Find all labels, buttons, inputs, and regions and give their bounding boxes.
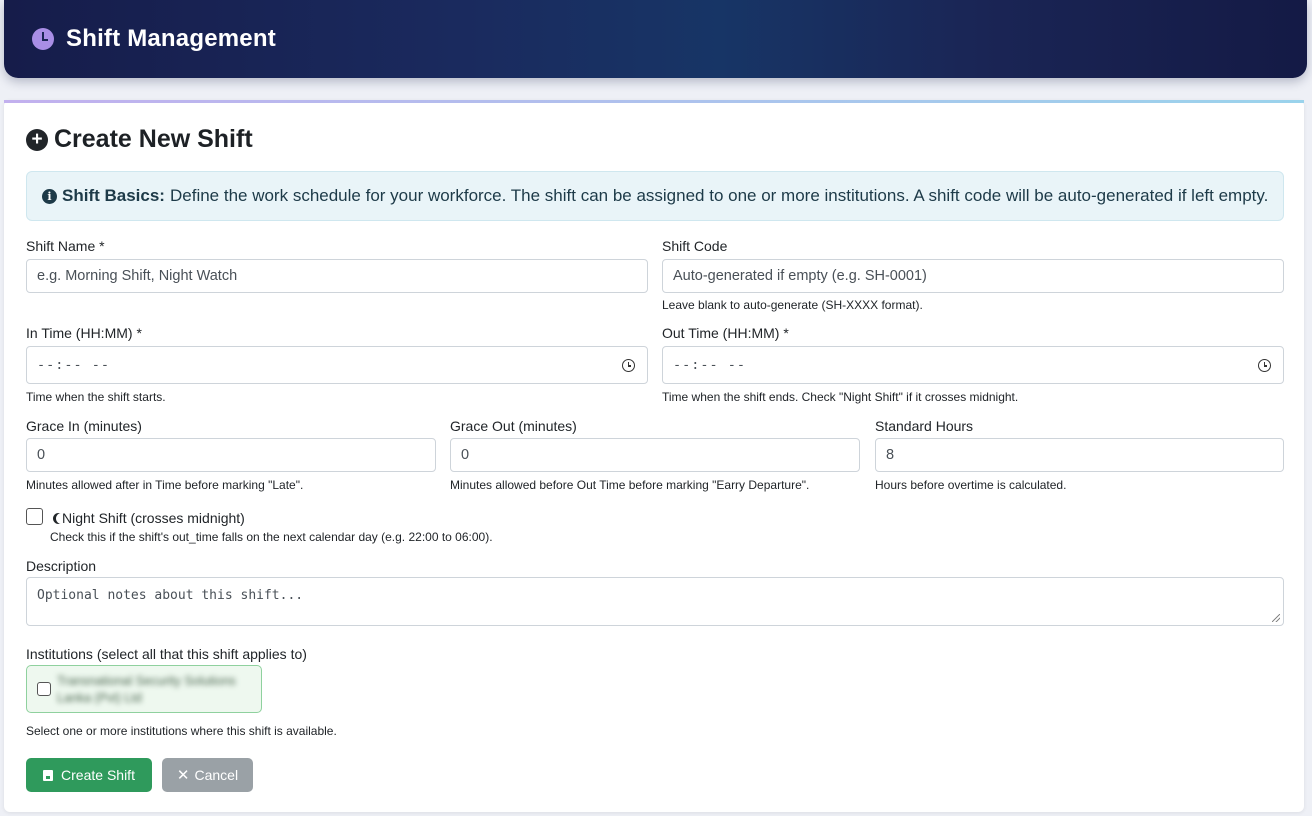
institutions-help: Select one or more institutions where th… (26, 724, 337, 738)
clock-icon[interactable] (1258, 359, 1271, 372)
description-label: Description (26, 558, 97, 574)
in-time-help: Time when the shift starts. (26, 390, 166, 404)
institution-name: Transnational Security Solutions Lanka (… (57, 674, 236, 705)
out-time-label: Out Time (HH:MM) * (662, 325, 789, 341)
night-shift-checkbox[interactable] (26, 508, 43, 525)
out-time-value: --:-- -- (673, 357, 747, 373)
standard-hours-input[interactable]: 8 (875, 438, 1284, 472)
shift-code-help: Leave blank to auto-generate (SH-XXXX fo… (662, 298, 923, 312)
create-shift-button[interactable]: Create Shift (26, 758, 152, 792)
grace-out-input[interactable]: 0 (450, 438, 860, 472)
info-alert: i Shift Basics: Define the work schedule… (26, 171, 1284, 221)
shift-name-input[interactable]: e.g. Morning Shift, Night Watch (26, 259, 648, 293)
shift-code-placeholder: Auto-generated if empty (e.g. SH-0001) (673, 268, 927, 284)
grace-out-help: Minutes allowed before Out Time before m… (450, 478, 810, 492)
night-shift-help: Check this if the shift's out_time falls… (50, 530, 493, 544)
info-bold: Shift Basics: (62, 186, 165, 205)
close-icon: ✕ (176, 767, 190, 784)
app-title: Shift Management (66, 25, 276, 52)
description-textarea[interactable]: Optional notes about this shift... (26, 577, 1284, 626)
night-shift-label[interactable]: Night Shift (crosses midnight) (62, 510, 245, 526)
in-time-input[interactable]: --:-- -- (26, 346, 648, 384)
institutions-label: Institutions (select all that this shift… (26, 646, 307, 662)
info-text: Define the work schedule for your workfo… (169, 186, 1269, 205)
grace-out-value: 0 (461, 447, 470, 463)
standard-hours-value: 8 (886, 447, 895, 463)
app-header: Shift Management (4, 0, 1307, 78)
create-shift-card: + Create New Shift i Shift Basics: Defin… (4, 100, 1304, 812)
resize-handle-icon[interactable] (1272, 614, 1280, 622)
grace-in-label: Grace In (minutes) (26, 418, 142, 434)
standard-hours-label: Standard Hours (875, 418, 974, 434)
out-time-help: Time when the shift ends. Check "Night S… (662, 390, 1019, 404)
shift-name-label: Shift Name * (26, 238, 105, 254)
out-time-input[interactable]: --:-- -- (662, 346, 1284, 384)
clock-icon (32, 28, 54, 50)
card-heading: Create New Shift (54, 125, 253, 153)
institution-checkbox[interactable] (37, 682, 51, 696)
grace-in-value: 0 (37, 447, 46, 463)
cancel-button[interactable]: ✕ Cancel (162, 758, 253, 792)
standard-hours-help: Hours before overtime is calculated. (875, 478, 1067, 492)
save-icon (43, 769, 54, 781)
grace-in-input[interactable]: 0 (26, 438, 436, 472)
create-shift-label: Create Shift (61, 767, 135, 783)
cancel-label: Cancel (194, 767, 239, 783)
shift-code-input[interactable]: Auto-generated if empty (e.g. SH-0001) (662, 259, 1284, 293)
institution-option[interactable]: Transnational Security Solutions Lanka (… (26, 665, 262, 713)
grace-out-label: Grace Out (minutes) (450, 418, 577, 434)
card-title: + Create New Shift (26, 125, 253, 154)
clock-icon[interactable] (622, 359, 635, 372)
info-icon: i (42, 188, 57, 204)
grace-in-help: Minutes allowed after in Time before mar… (26, 478, 304, 492)
plus-circle-icon: + (26, 128, 48, 151)
in-time-label: In Time (HH:MM) * (26, 325, 142, 341)
shift-name-placeholder: e.g. Morning Shift, Night Watch (37, 268, 238, 284)
in-time-value: --:-- -- (37, 357, 111, 373)
description-placeholder: Optional notes about this shift... (37, 588, 304, 603)
shift-code-label: Shift Code (662, 238, 728, 254)
